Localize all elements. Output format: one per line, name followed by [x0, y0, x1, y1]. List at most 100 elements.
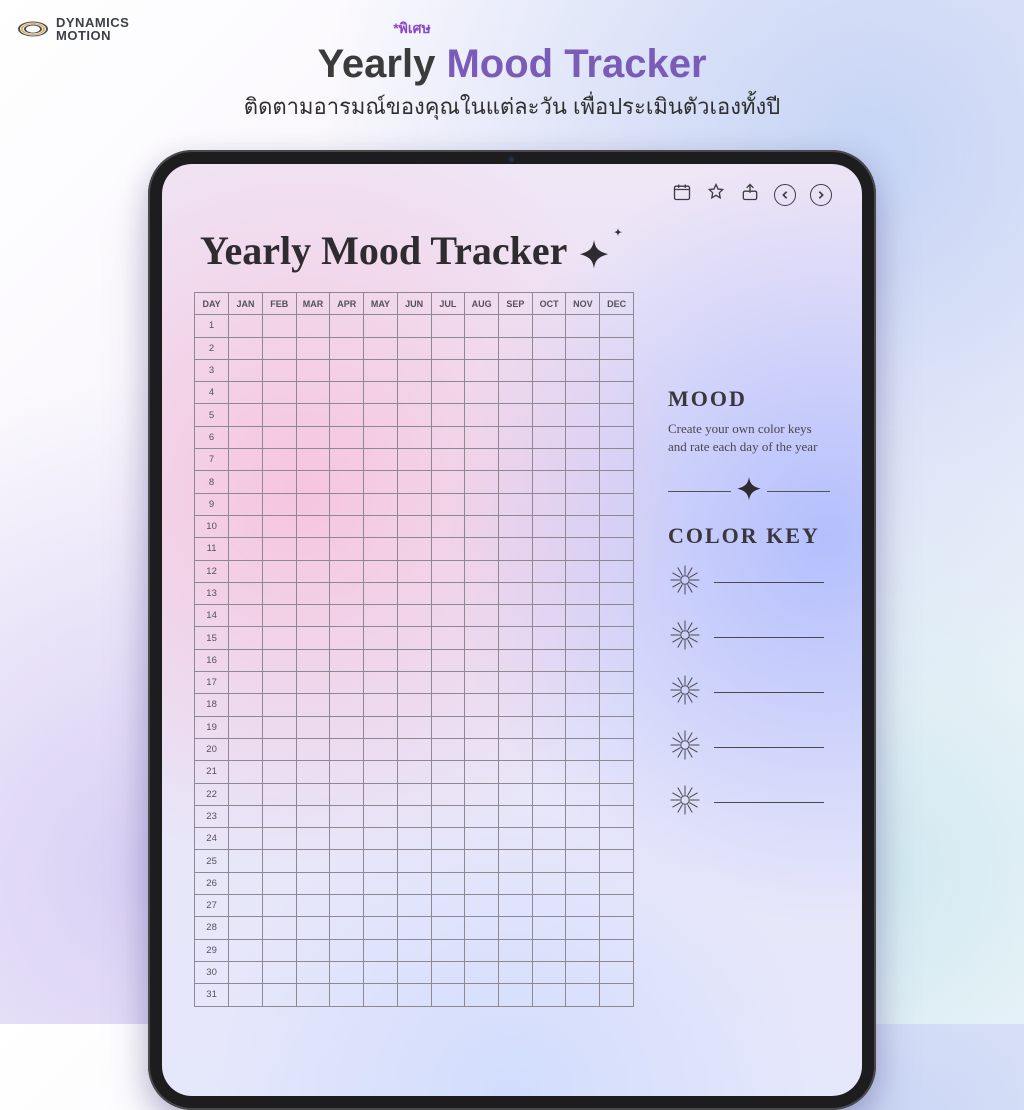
mood-cell[interactable]	[499, 337, 533, 359]
colorkey-line[interactable]	[714, 692, 824, 693]
mood-cell[interactable]	[465, 716, 499, 738]
mood-cell[interactable]	[262, 515, 296, 537]
mood-cell[interactable]	[465, 895, 499, 917]
mood-cell[interactable]	[600, 449, 634, 471]
mood-cell[interactable]	[364, 449, 398, 471]
mood-cell[interactable]	[532, 605, 566, 627]
mood-cell[interactable]	[397, 449, 431, 471]
mood-cell[interactable]	[330, 805, 364, 827]
colorkey-line[interactable]	[714, 802, 824, 803]
mood-cell[interactable]	[431, 961, 465, 983]
mood-cell[interactable]	[566, 449, 600, 471]
mood-cell[interactable]	[229, 850, 263, 872]
mood-cell[interactable]	[465, 426, 499, 448]
mood-cell[interactable]	[397, 605, 431, 627]
mood-cell[interactable]	[364, 538, 398, 560]
mood-cell[interactable]	[566, 672, 600, 694]
mood-cell[interactable]	[397, 471, 431, 493]
colorkey-item[interactable]	[668, 673, 830, 712]
mood-cell[interactable]	[330, 961, 364, 983]
mood-cell[interactable]	[600, 605, 634, 627]
mood-cell[interactable]	[364, 493, 398, 515]
mood-cell[interactable]	[566, 493, 600, 515]
mood-cell[interactable]	[262, 538, 296, 560]
mood-cell[interactable]	[364, 471, 398, 493]
mood-cell[interactable]	[330, 404, 364, 426]
mood-cell[interactable]	[600, 716, 634, 738]
mood-cell[interactable]	[229, 605, 263, 627]
mood-cell[interactable]	[364, 939, 398, 961]
mood-cell[interactable]	[600, 805, 634, 827]
mood-cell[interactable]	[229, 359, 263, 381]
mood-cell[interactable]	[262, 315, 296, 337]
mood-cell[interactable]	[296, 783, 330, 805]
mood-cell[interactable]	[296, 738, 330, 760]
mood-cell[interactable]	[600, 738, 634, 760]
mood-cell[interactable]	[465, 605, 499, 627]
mood-cell[interactable]	[532, 805, 566, 827]
mood-cell[interactable]	[566, 783, 600, 805]
mood-cell[interactable]	[566, 560, 600, 582]
colorkey-item[interactable]	[668, 618, 830, 657]
mood-cell[interactable]	[330, 337, 364, 359]
mood-cell[interactable]	[364, 828, 398, 850]
mood-cell[interactable]	[499, 315, 533, 337]
mood-cell[interactable]	[229, 426, 263, 448]
mood-cell[interactable]	[431, 761, 465, 783]
share-icon[interactable]	[740, 182, 760, 207]
mood-cell[interactable]	[566, 582, 600, 604]
mood-cell[interactable]	[397, 783, 431, 805]
mood-cell[interactable]	[296, 471, 330, 493]
mood-cell[interactable]	[465, 783, 499, 805]
mood-cell[interactable]	[364, 917, 398, 939]
mood-cell[interactable]	[532, 649, 566, 671]
colorkey-item[interactable]	[668, 783, 830, 822]
mood-cell[interactable]	[364, 337, 398, 359]
mood-cell[interactable]	[262, 761, 296, 783]
mood-cell[interactable]	[566, 828, 600, 850]
mood-cell[interactable]	[465, 471, 499, 493]
mood-cell[interactable]	[262, 895, 296, 917]
mood-cell[interactable]	[397, 738, 431, 760]
mood-cell[interactable]	[532, 359, 566, 381]
mood-cell[interactable]	[499, 359, 533, 381]
mood-cell[interactable]	[600, 872, 634, 894]
mood-cell[interactable]	[431, 649, 465, 671]
mood-cell[interactable]	[465, 961, 499, 983]
mood-cell[interactable]	[532, 961, 566, 983]
mood-cell[interactable]	[465, 493, 499, 515]
mood-cell[interactable]	[566, 961, 600, 983]
mood-cell[interactable]	[431, 627, 465, 649]
mood-cell[interactable]	[229, 515, 263, 537]
mood-cell[interactable]	[566, 850, 600, 872]
mood-cell[interactable]	[566, 738, 600, 760]
mood-cell[interactable]	[532, 382, 566, 404]
mood-cell[interactable]	[262, 359, 296, 381]
mood-cell[interactable]	[397, 337, 431, 359]
mood-cell[interactable]	[465, 649, 499, 671]
mood-cell[interactable]	[431, 515, 465, 537]
mood-cell[interactable]	[499, 538, 533, 560]
mood-cell[interactable]	[566, 538, 600, 560]
mood-cell[interactable]	[330, 315, 364, 337]
mood-cell[interactable]	[330, 627, 364, 649]
mood-cell[interactable]	[397, 359, 431, 381]
mood-cell[interactable]	[296, 694, 330, 716]
mood-cell[interactable]	[364, 605, 398, 627]
mood-cell[interactable]	[330, 828, 364, 850]
mood-cell[interactable]	[296, 761, 330, 783]
mood-cell[interactable]	[566, 694, 600, 716]
mood-cell[interactable]	[296, 895, 330, 917]
colorkey-line[interactable]	[714, 582, 824, 583]
mood-cell[interactable]	[296, 426, 330, 448]
mood-cell[interactable]	[499, 605, 533, 627]
mood-cell[interactable]	[499, 404, 533, 426]
mood-cell[interactable]	[296, 538, 330, 560]
mood-cell[interactable]	[330, 649, 364, 671]
colorkey-line[interactable]	[714, 637, 824, 638]
mood-cell[interactable]	[364, 515, 398, 537]
mood-cell[interactable]	[499, 471, 533, 493]
mood-cell[interactable]	[532, 984, 566, 1006]
mood-cell[interactable]	[600, 961, 634, 983]
mood-cell[interactable]	[262, 805, 296, 827]
